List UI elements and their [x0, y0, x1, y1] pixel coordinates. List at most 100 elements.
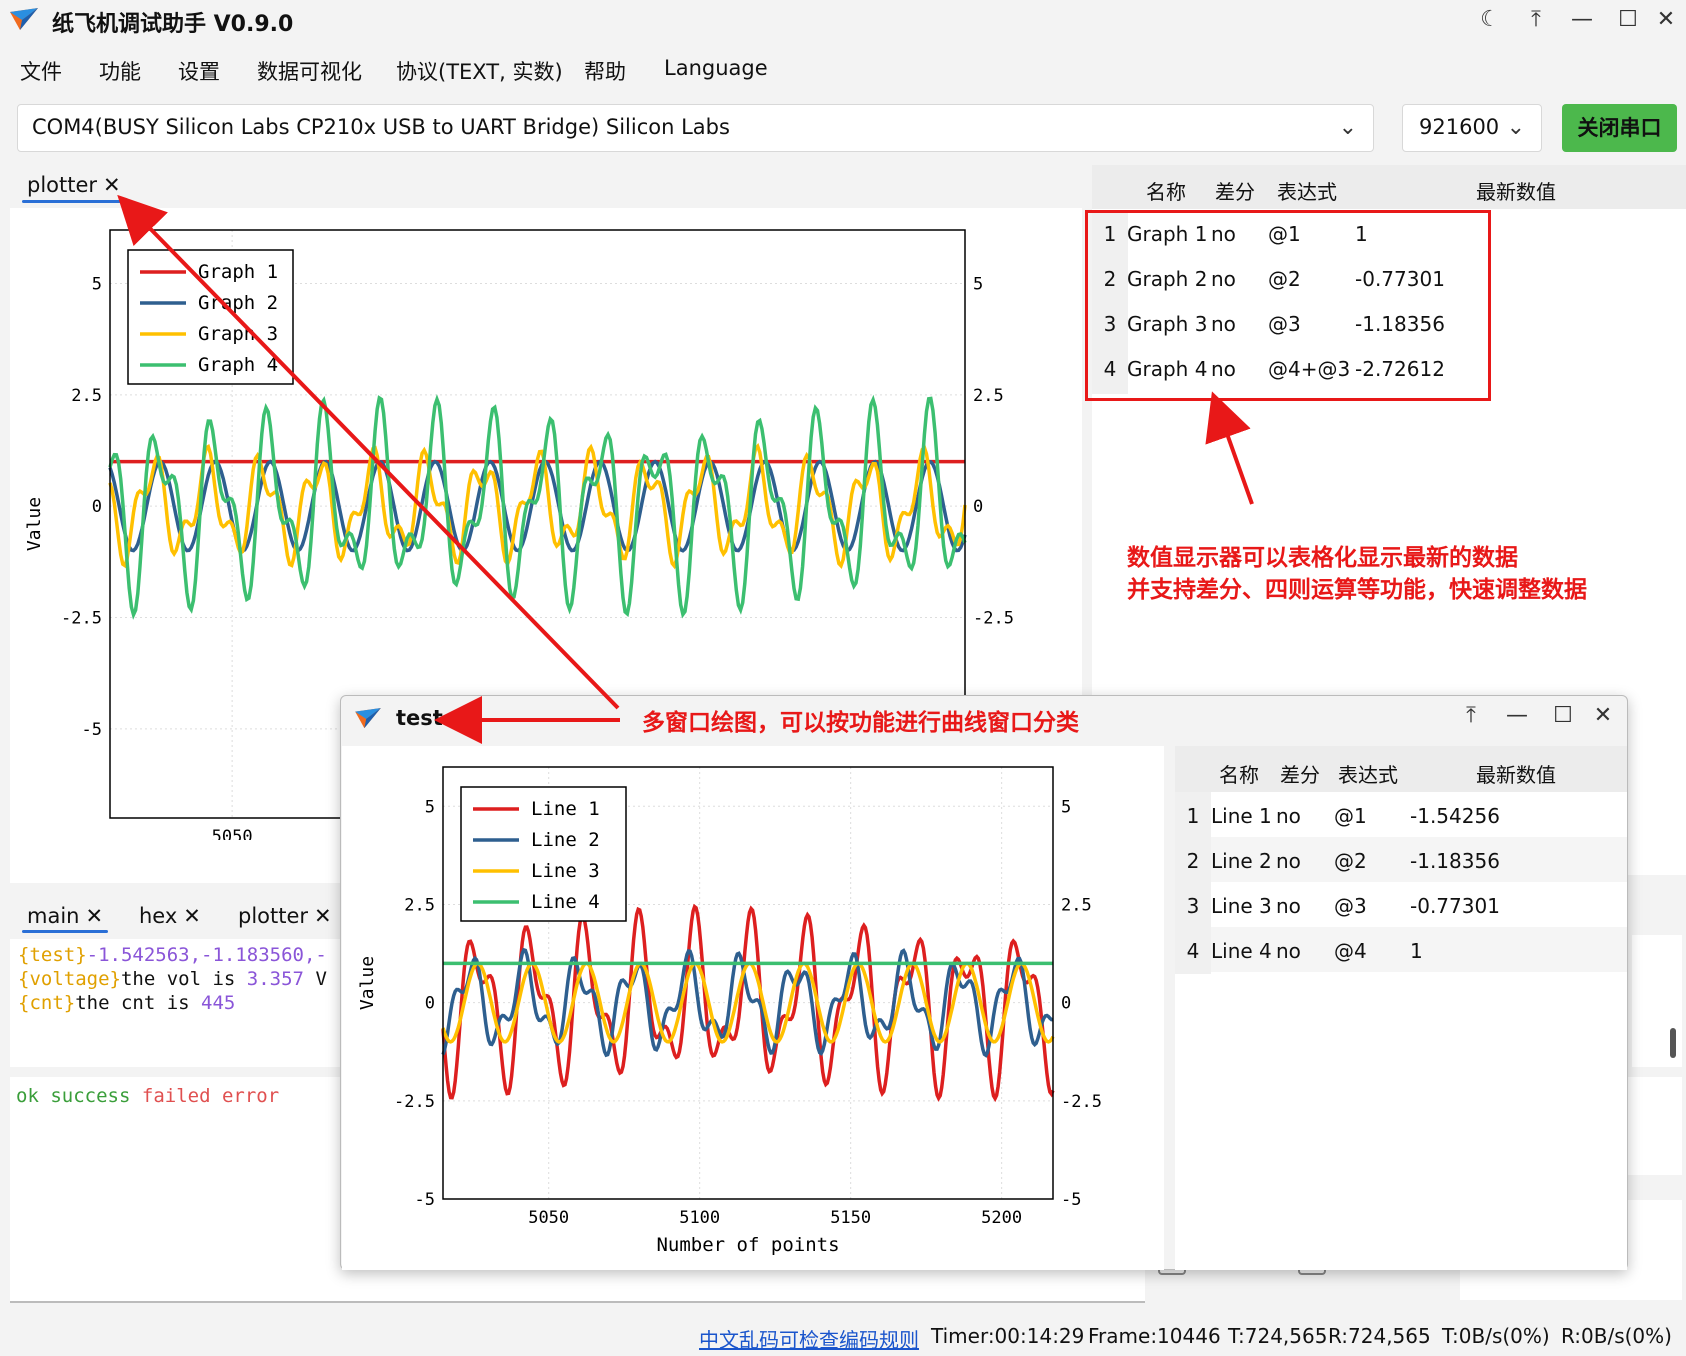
col-header-name[interactable]: 名称 — [1146, 176, 1186, 205]
table-cell-diff[interactable]: no — [1276, 894, 1301, 918]
table-cell-expr[interactable]: @1 — [1334, 804, 1367, 828]
chevron-down-icon: ⌄ — [1506, 115, 1525, 140]
col-header-expr[interactable]: 表达式 — [1338, 759, 1398, 788]
port-select[interactable]: COM4(BUSY Silicon Labs CP210x USB to UAR… — [17, 104, 1374, 152]
tab-plotter-top[interactable]: plotter ✕ — [27, 173, 121, 197]
table-cell-diff[interactable]: no — [1276, 804, 1301, 828]
status-rx-rate: R:0B/s(0%) — [1561, 1324, 1672, 1348]
terminal-tag: {voltage} — [18, 968, 121, 990]
paper-plane-logo-icon — [355, 708, 381, 729]
theme-toggle-icon[interactable]: ☾ — [1470, 4, 1510, 36]
menu-file[interactable]: 文件 — [20, 56, 62, 86]
status-tx-count: T:724,565 — [1228, 1324, 1328, 1348]
col-header-diff[interactable]: 差分 — [1215, 176, 1255, 205]
float-chart[interactable]: 5 5 2.5 2.5 0 0 -2.5 -2.5 -5 -5 5050 5100 5150 5200 Va… — [342, 746, 1164, 1270]
table-cell-expr[interactable]: @3 — [1334, 894, 1367, 918]
x-tick-label: 5100 — [679, 1208, 720, 1228]
terminal-line: {test}-1.542563,-1.183560,- — [18, 943, 342, 967]
tab-main[interactable]: main ✕ — [27, 904, 103, 928]
table-cell-diff[interactable]: no — [1276, 939, 1301, 963]
y-tick-label-right: -5 — [1061, 1190, 1081, 1210]
tab-label: hex — [139, 904, 178, 928]
menu-function[interactable]: 功能 — [99, 56, 141, 86]
y-tick-label: 2.5 — [71, 386, 102, 406]
close-icon[interactable]: ✕ — [85, 904, 103, 928]
legend-entry: Graph 3 — [198, 323, 278, 345]
terminal-tag: {cnt} — [18, 992, 76, 1014]
minimize-button[interactable]: — — [1562, 4, 1602, 36]
y-tick-label: -2.5 — [394, 1092, 435, 1112]
close-window-button[interactable]: ✕ — [1583, 700, 1623, 732]
x-tick-label: 5200 — [981, 1208, 1022, 1228]
row-index: 3 — [1186, 894, 1200, 918]
close-icon[interactable]: ✕ — [103, 173, 121, 197]
test-window[interactable]: test ⤒ — ☐ ✕ 5 5 2.5 2.5 0 0 -2.5 -2.5 -5 -5 5050 5… — [340, 695, 1628, 1270]
terminal-value: 445 — [201, 992, 236, 1014]
status-frame: Frame:10446 — [1088, 1324, 1221, 1348]
table-annotation-line2: 并支持差分、四则运算等功能，快速调整数据 — [1127, 577, 1587, 603]
tab-hex[interactable]: hex ✕ — [139, 904, 201, 928]
y-tick-label: -5 — [82, 720, 102, 740]
encoding-help-link[interactable]: 中文乱码可检查编码规则 — [699, 1324, 919, 1353]
status-tx-rate: T:0B/s(0%) — [1442, 1324, 1550, 1348]
x-tick-label: 5050 — [212, 827, 253, 840]
row-index: 4 — [1186, 939, 1200, 963]
tab-plotter[interactable]: plotter ✕ — [238, 904, 332, 928]
pin-icon[interactable]: ⤒ — [1451, 700, 1491, 732]
table-cell-name[interactable]: Line 3 — [1211, 894, 1272, 918]
terminal-line: {cnt}the cnt is 445 — [18, 991, 342, 1015]
baud-select[interactable]: 921600 ⌄ — [1402, 104, 1542, 152]
close-icon[interactable]: ✕ — [183, 904, 201, 928]
table-cell-diff[interactable]: no — [1276, 849, 1301, 873]
y-tick-label: 5 — [92, 274, 102, 294]
tab-label: plotter — [238, 904, 309, 928]
y-tick-label-right: -2.5 — [973, 609, 1014, 629]
baud-select-value: 921600 — [1419, 115, 1500, 139]
table-annotation-line1: 数值显示器可以表格化显示最新的数据 — [1127, 545, 1518, 571]
y-tick-label-right: 5 — [1061, 797, 1071, 817]
status-timer: Timer:00:14:29 — [931, 1324, 1085, 1348]
table-cell-value: -1.54256 — [1410, 804, 1500, 828]
table-cell-name[interactable]: Line 4 — [1211, 939, 1272, 963]
maximize-button[interactable]: ☐ — [1543, 700, 1583, 732]
maximize-button[interactable]: ☐ — [1608, 4, 1648, 36]
y-tick-label: -5 — [415, 1190, 435, 1210]
row-index: 1 — [1186, 804, 1200, 828]
col-header-expr[interactable]: 表达式 — [1277, 176, 1337, 205]
x-axis-label: Number of points — [656, 1234, 839, 1256]
table-cell-expr[interactable]: @4 — [1334, 939, 1367, 963]
terminal-output[interactable]: {test}-1.542563,-1.183560,- {voltage}the… — [10, 939, 350, 1067]
menu-help[interactable]: 帮助 — [584, 56, 626, 86]
close-icon[interactable]: ✕ — [314, 904, 332, 928]
terminal-text: -1.542563,-1.183560,- — [86, 944, 327, 966]
terminal-text: V — [304, 968, 327, 990]
menu-visualization[interactable]: 数据可视化 — [257, 56, 362, 86]
minimize-button[interactable]: — — [1497, 700, 1537, 732]
col-header-value[interactable]: 最新数值 — [1476, 759, 1556, 788]
menu-protocol[interactable]: 协议(TEXT, 实数) — [396, 56, 563, 86]
terminal-value: 3.357 — [246, 968, 304, 990]
pin-icon[interactable]: ⤒ — [1516, 4, 1556, 36]
close-window-button[interactable]: ✕ — [1646, 4, 1686, 36]
y-tick-label: -2.5 — [61, 609, 102, 629]
col-header-diff[interactable]: 差分 — [1280, 759, 1320, 788]
chevron-down-icon: ⌄ — [1338, 115, 1357, 140]
table-cell-name[interactable]: Line 1 — [1211, 804, 1272, 828]
col-header-name[interactable]: 名称 — [1219, 759, 1259, 788]
table-cell-expr[interactable]: @2 — [1334, 849, 1367, 873]
scrollbar-thumb[interactable] — [1670, 1028, 1676, 1058]
keyword-ok: ok — [16, 1085, 39, 1107]
legend-entry: Line 1 — [531, 798, 600, 820]
y-tick-label-right: 2.5 — [1061, 895, 1092, 915]
keyword-success: success — [50, 1085, 131, 1107]
close-port-button[interactable]: 关闭串口 — [1562, 104, 1677, 152]
y-tick-label: 2.5 — [404, 895, 435, 915]
tab-label: plotter — [27, 173, 98, 197]
send-input[interactable] — [1622, 1077, 1682, 1175]
legend-entry: Graph 1 — [198, 261, 278, 283]
menu-settings[interactable]: 设置 — [178, 56, 220, 86]
terminal-tag: {test} — [18, 944, 87, 966]
table-cell-name[interactable]: Line 2 — [1211, 849, 1272, 873]
menu-language[interactable]: Language — [664, 56, 768, 80]
col-header-value[interactable]: 最新数值 — [1476, 176, 1556, 205]
